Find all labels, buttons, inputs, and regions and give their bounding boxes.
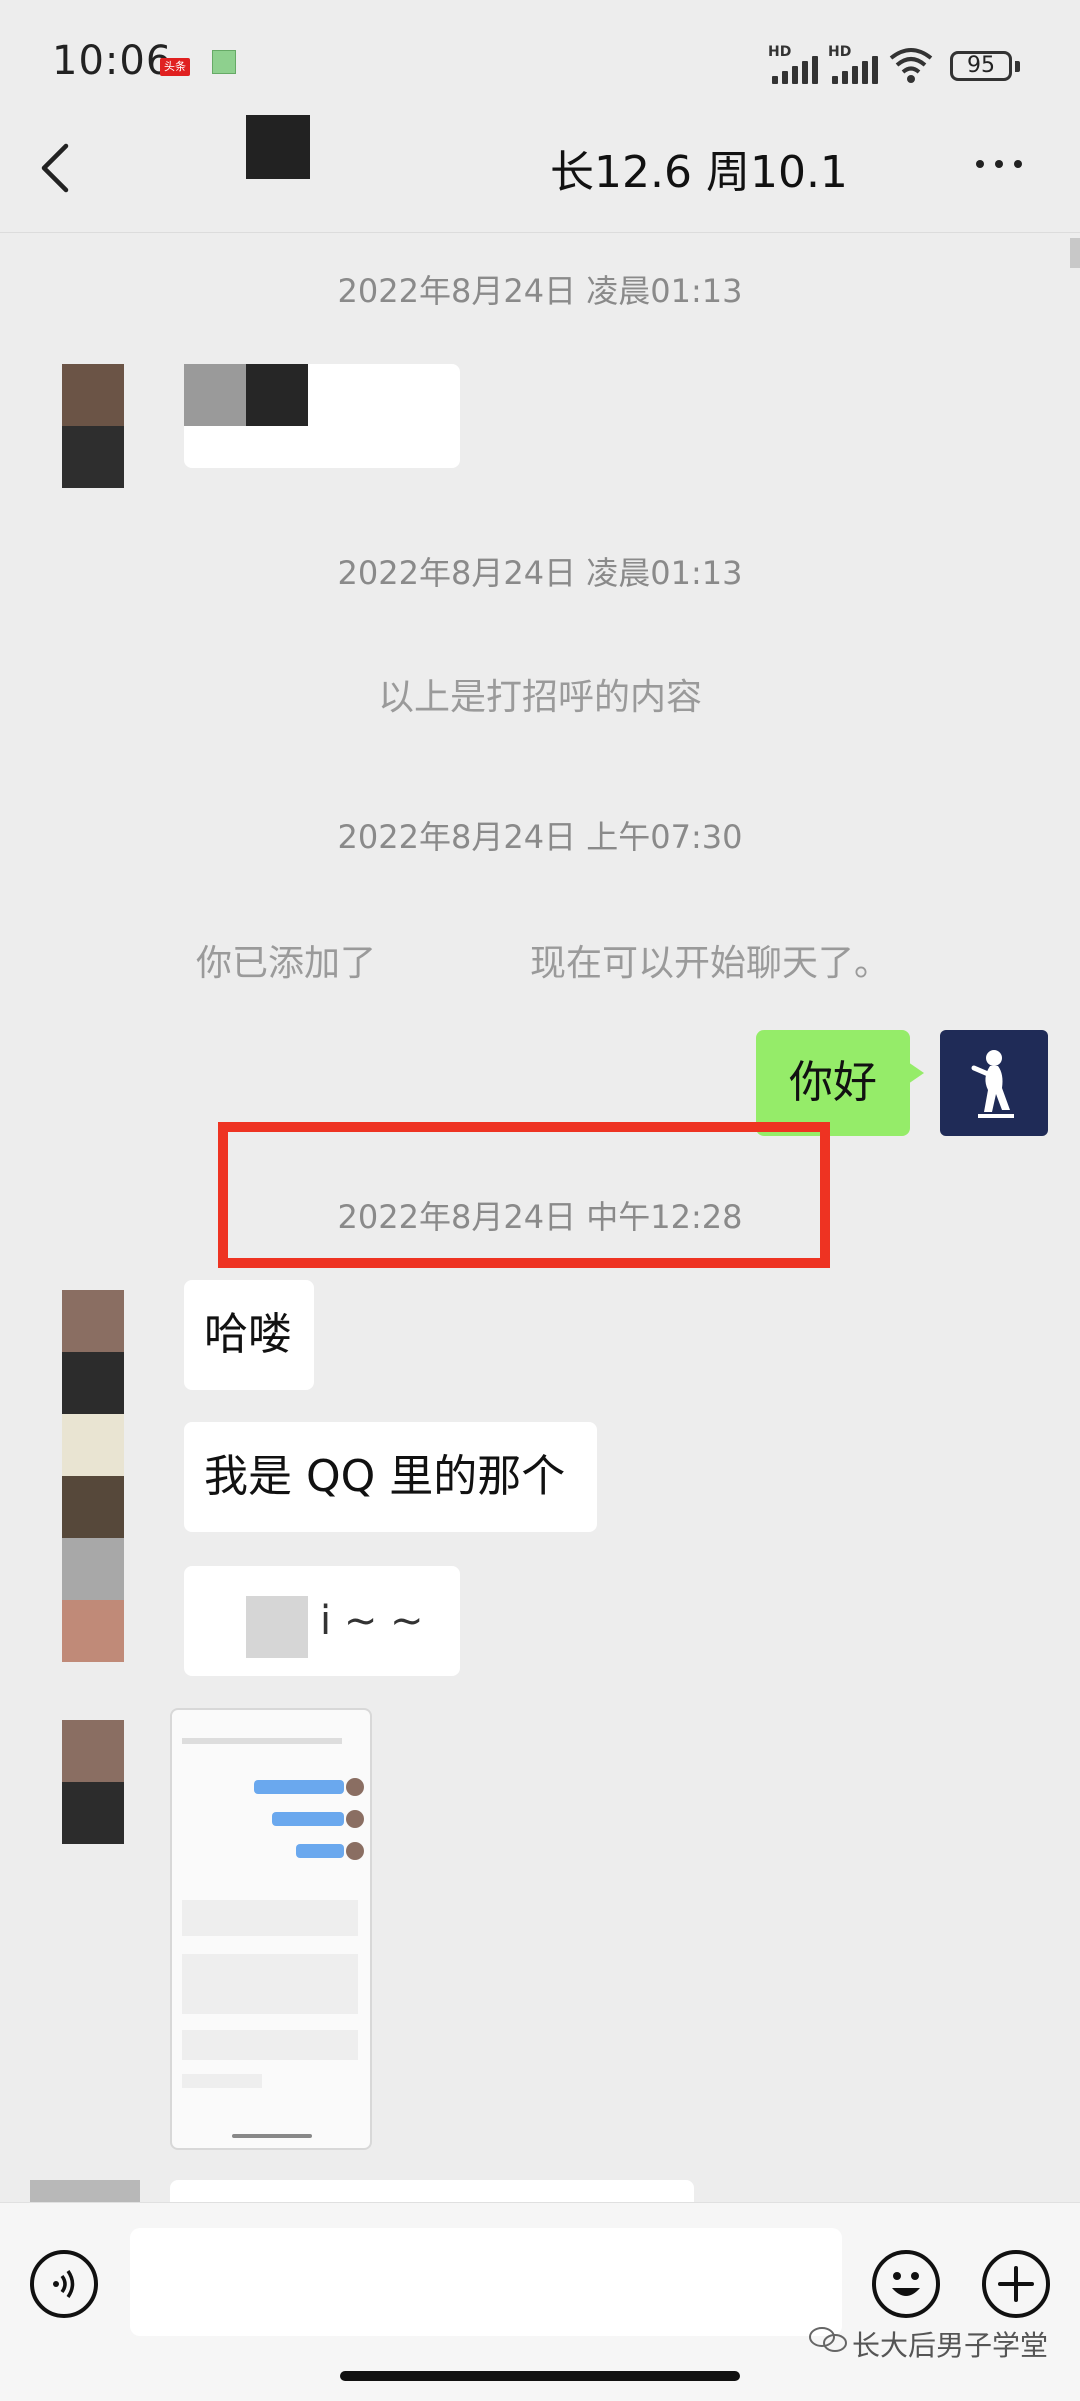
message-bubble-redacted[interactable]: i ~ ~ xyxy=(184,1566,460,1676)
voice-icon[interactable] xyxy=(30,2250,98,2318)
avatar[interactable] xyxy=(62,1290,124,1662)
message-bubble[interactable]: 我是 QQ 里的那个 xyxy=(184,1422,598,1532)
nav-divider xyxy=(0,232,1080,233)
avatar[interactable] xyxy=(62,364,124,488)
battery-indicator: 95 xyxy=(950,51,1012,81)
watermark-text: 长大后男子学堂 xyxy=(852,2329,1049,2362)
signal-icon-2 xyxy=(832,56,878,84)
redaction-block xyxy=(246,364,308,426)
avatar-partial[interactable] xyxy=(30,2180,140,2202)
emoji-icon[interactable] xyxy=(872,2250,940,2318)
news-app-icon: 头条 xyxy=(160,58,190,76)
page-title: 长12.6 周10.1 xyxy=(550,147,848,198)
highlight-box xyxy=(218,1122,830,1268)
more-dots-icon[interactable] xyxy=(976,160,1022,168)
scrollbar[interactable] xyxy=(1070,238,1080,268)
message-bubble-partial[interactable] xyxy=(170,2180,694,2202)
home-indicator[interactable] xyxy=(340,2371,740,2381)
message-bubble-redacted[interactable] xyxy=(184,364,460,468)
chevron-left-icon[interactable] xyxy=(36,142,76,194)
status-bar: 10:06 头条 HD HD 95 xyxy=(0,0,1080,130)
system-message-added: 现在可以开始聊天了。 xyxy=(530,943,891,984)
plus-icon[interactable] xyxy=(982,2250,1050,2318)
system-message: 以上是打招呼的内容 xyxy=(377,677,702,718)
avatar[interactable] xyxy=(62,1720,124,1844)
screenshot-image-message[interactable] xyxy=(170,1708,372,2150)
my-message-bubble[interactable]: 你好 xyxy=(756,1030,924,1136)
wifi-icon xyxy=(889,48,933,83)
timestamp: 2022年8月24日 上午07:30 xyxy=(337,818,743,856)
redaction-block xyxy=(184,364,246,426)
message-input[interactable] xyxy=(130,2228,842,2336)
signal-icon-1 xyxy=(772,56,818,84)
notification-icon xyxy=(212,50,236,74)
contact-redaction-block xyxy=(246,115,310,179)
message-text: i ~ ~ xyxy=(320,1598,424,1644)
wechat-logo-icon xyxy=(809,2327,847,2352)
redaction-block xyxy=(246,1596,308,1658)
timestamp: 2022年8月24日 凌晨01:13 xyxy=(337,272,743,310)
timestamp: 2022年8月24日 凌晨01:13 xyxy=(337,554,743,592)
message-bubble[interactable]: 哈喽 xyxy=(184,1280,314,1390)
system-message-added: 你已添加了 xyxy=(196,943,377,984)
battery-tip xyxy=(1015,61,1020,72)
discus-thrower-icon xyxy=(971,1050,1014,1118)
my-avatar[interactable] xyxy=(940,1030,1048,1136)
status-time: 10:06 xyxy=(52,38,173,84)
